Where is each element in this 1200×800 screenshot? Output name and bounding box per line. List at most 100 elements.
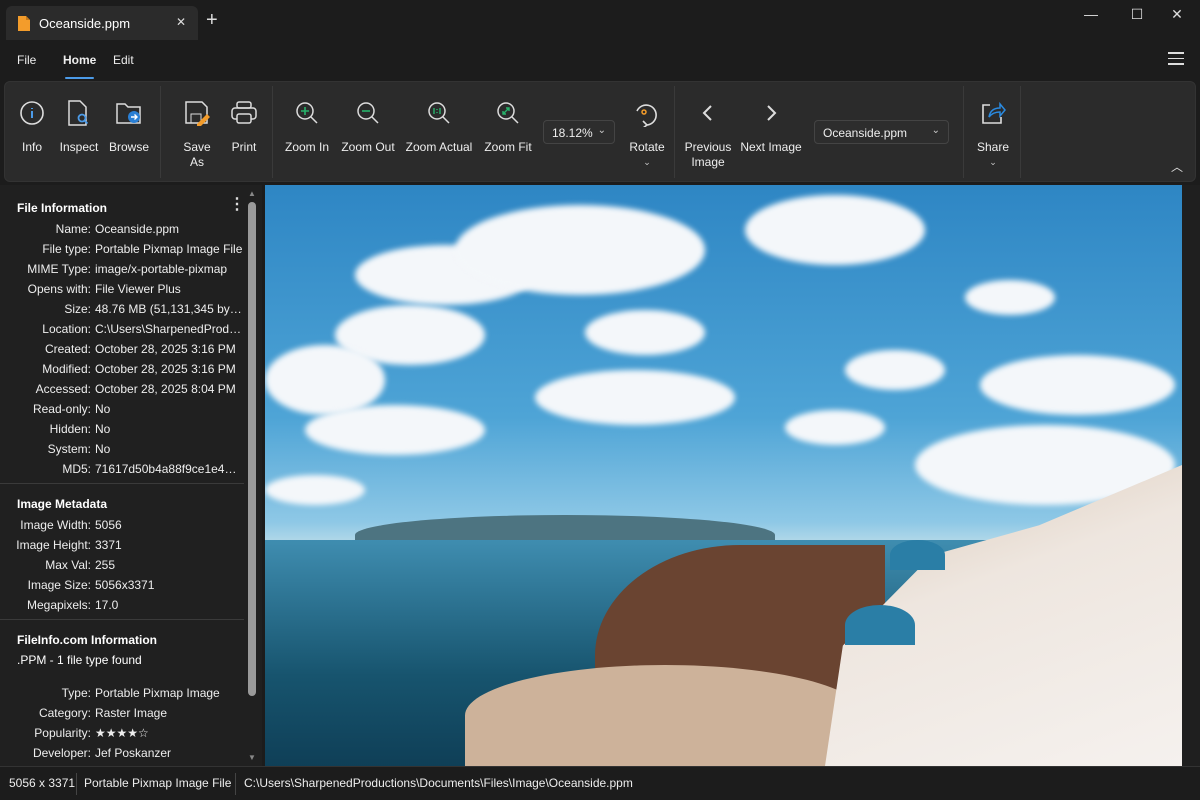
document-tab[interactable]: Oceanside.ppm ✕	[6, 6, 198, 40]
info-row: Category: Raster Image	[0, 706, 245, 726]
info-value: image/x-portable-pixmap	[95, 262, 243, 276]
print-button[interactable]: Print	[227, 98, 261, 155]
info-label: Name:	[56, 222, 91, 236]
info-value: No	[95, 422, 243, 436]
zoom-in-icon	[294, 100, 320, 126]
info-label: Category:	[39, 706, 91, 720]
info-value: C:\Users\SharpenedProductions\Documents\…	[95, 322, 243, 336]
inspect-button[interactable]: Inspect	[57, 98, 101, 155]
info-label: Opens with:	[28, 282, 91, 296]
status-dimensions: 5056 x 3371	[9, 776, 75, 790]
info-button[interactable]: Info	[17, 98, 47, 155]
info-row: Popularity: ★★★★☆	[0, 726, 245, 746]
sidebar-scrollbar-thumb[interactable]	[248, 202, 256, 696]
scroll-up-icon[interactable]: ▲	[248, 189, 256, 198]
share-button[interactable]: Share⌄	[973, 98, 1013, 170]
info-label: Image Width:	[20, 518, 91, 532]
info-value: Portable Pixmap Image	[95, 686, 243, 700]
info-label: System:	[48, 442, 91, 456]
new-tab-button[interactable]: +	[206, 10, 218, 30]
close-tab-icon[interactable]: ✕	[176, 15, 186, 29]
previous-image-button[interactable]: PreviousImage	[682, 98, 734, 170]
menu-bar: File Home Edit	[0, 40, 1200, 80]
rotate-button[interactable]: Rotate⌄	[625, 98, 669, 170]
printer-icon	[231, 101, 257, 125]
chevron-down-icon: ⌄	[932, 125, 940, 136]
info-value: Raster Image	[95, 706, 243, 720]
zoom-actual-button[interactable]: Zoom Actual	[402, 98, 476, 155]
browse-folder-icon	[115, 100, 143, 126]
info-value: 48.76 MB (51,131,345 bytes)	[95, 302, 243, 316]
info-label: Developer:	[33, 746, 91, 760]
info-label: Max Val:	[45, 558, 91, 572]
image-select-dropdown[interactable]: Oceanside.ppm⌄	[814, 120, 949, 144]
info-row: Developer: Jef Poskanzer	[0, 746, 245, 766]
info-row: Size:48.76 MB (51,131,345 bytes)	[0, 302, 245, 322]
zoom-in-button[interactable]: Zoom In	[281, 98, 333, 155]
viewer-scrollbar[interactable]	[1182, 185, 1200, 766]
info-value: File Viewer Plus	[95, 282, 243, 296]
info-label: Created:	[45, 342, 91, 356]
info-row: Name:Oceanside.ppm	[0, 222, 245, 242]
chevron-right-icon	[764, 103, 778, 123]
info-row: Opens with: File Viewer Plus	[0, 282, 245, 302]
info-label: Megapixels:	[27, 598, 91, 612]
info-row: Image Size:5056x3371	[0, 578, 245, 598]
info-row: MD5:71617d50b4a88f9ce1e4802...	[0, 462, 245, 482]
zoom-fit-button[interactable]: Zoom Fit	[481, 98, 535, 155]
close-window-button[interactable]: ✕	[1154, 6, 1200, 28]
zoom-level-dropdown[interactable]: 18.12%⌄	[543, 120, 615, 144]
info-value: ★★★★☆	[95, 726, 243, 740]
ribbon-toolbar: Info Inspect Browse Save As Print Zoom I…	[4, 81, 1196, 182]
info-value: 5056x3371	[95, 578, 243, 592]
title-bar: Oceanside.ppm ✕ + — ☐ ✕	[0, 0, 1200, 40]
info-row: Image Height:3371	[0, 538, 245, 558]
menu-home[interactable]: Home	[63, 53, 96, 67]
browse-button[interactable]: Browse	[107, 98, 151, 155]
image-viewer-canvas[interactable]	[265, 185, 1182, 766]
info-row: Hidden: No	[0, 422, 245, 442]
zoom-out-icon	[355, 100, 381, 126]
next-image-button[interactable]: Next Image	[739, 98, 803, 155]
info-row: File type:Portable Pixmap Image File	[0, 242, 245, 262]
minimize-button[interactable]: —	[1068, 6, 1114, 28]
info-label: Popularity:	[34, 726, 91, 740]
info-row: Type: Portable Pixmap Image	[0, 686, 245, 706]
file-icon	[18, 16, 30, 31]
info-row: MIME Type:image/x-portable-pixmap	[0, 262, 245, 282]
menu-edit[interactable]: Edit	[113, 53, 134, 67]
info-label: Type:	[62, 686, 91, 700]
info-label: Image Height:	[16, 538, 91, 552]
chevron-down-icon: ⌄	[625, 155, 669, 170]
share-icon	[980, 100, 1006, 126]
info-value: No	[95, 402, 243, 416]
info-label: Read-only:	[33, 402, 91, 416]
info-row: Created: October 28, 2025 3:16 PM	[0, 342, 245, 362]
menu-file[interactable]: File	[17, 53, 36, 67]
tab-title: Oceanside.ppm	[39, 16, 130, 31]
info-row: Modified:October 28, 2025 3:16 PM	[0, 362, 245, 382]
info-row: Accessed:October 28, 2025 8:04 PM	[0, 382, 245, 402]
info-label: Accessed:	[36, 382, 91, 396]
zoom-out-button[interactable]: Zoom Out	[337, 98, 399, 155]
info-sidebar: File Information ⋮ Name:Oceanside.ppmFil…	[0, 185, 262, 766]
scroll-down-icon[interactable]: ▼	[248, 753, 256, 762]
info-row: Location:C:\Users\SharpenedProductions\D…	[0, 322, 245, 342]
save-as-button[interactable]: Save As	[175, 98, 219, 170]
info-label: File type:	[42, 242, 91, 256]
info-value: 17.0	[95, 598, 243, 612]
zoom-fit-icon	[495, 100, 521, 126]
status-file-type: Portable Pixmap Image File	[84, 776, 231, 790]
collapse-ribbon-icon[interactable]: ︿	[1171, 158, 1183, 175]
hamburger-menu-icon[interactable]	[1168, 52, 1184, 69]
info-value: October 28, 2025 3:16 PM	[95, 342, 243, 356]
chevron-down-icon: ⌄	[598, 125, 606, 136]
info-label: Hidden:	[50, 422, 91, 436]
inspect-icon	[67, 99, 91, 127]
fileinfo-heading: FileInfo.com Information	[17, 633, 157, 647]
more-options-icon[interactable]: ⋮	[229, 194, 245, 214]
info-value: Jef Poskanzer	[95, 746, 243, 760]
image-metadata-heading: Image Metadata	[17, 497, 107, 511]
info-value: No	[95, 442, 243, 456]
info-icon	[19, 100, 45, 126]
